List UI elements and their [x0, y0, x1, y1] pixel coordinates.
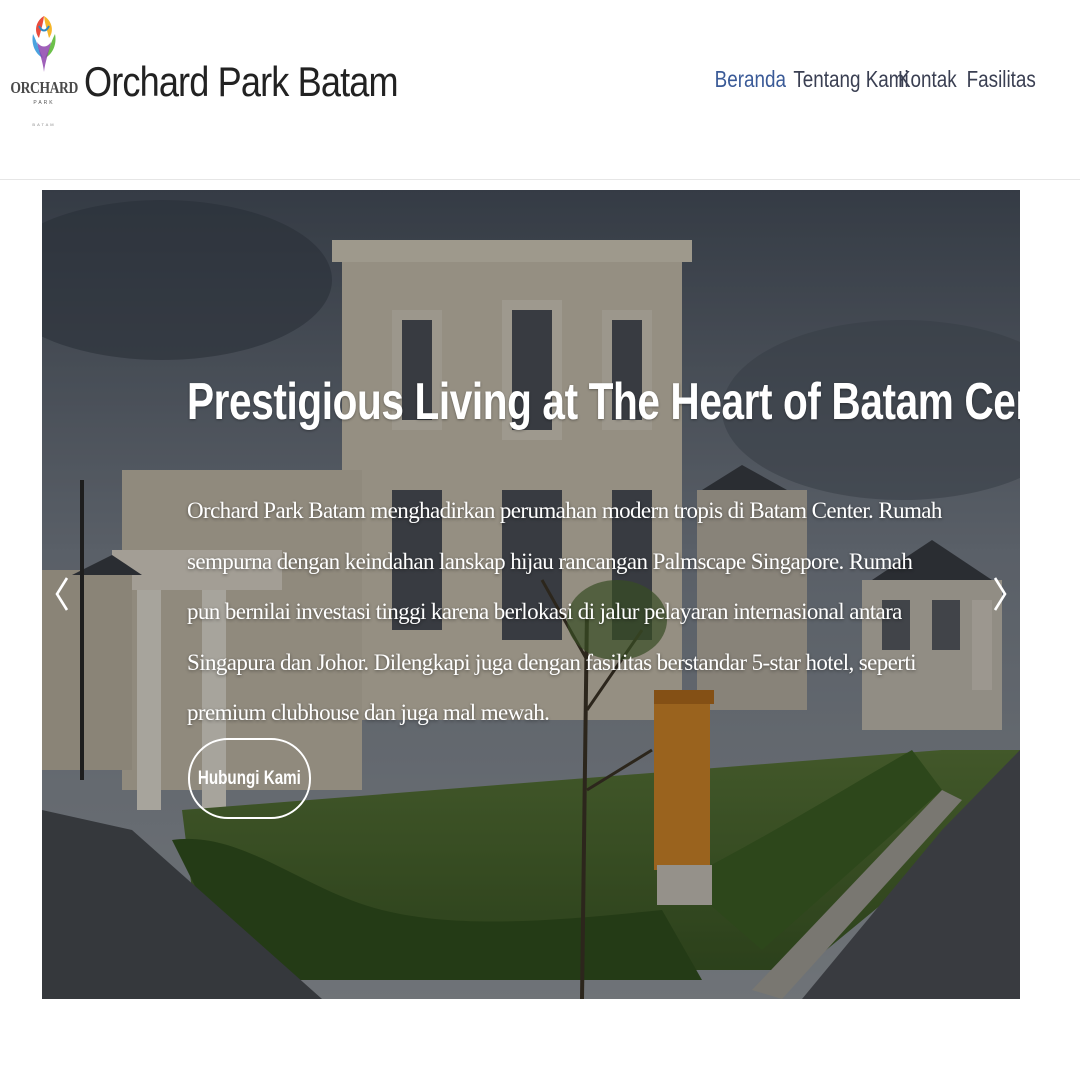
slider-prev-button[interactable]	[48, 572, 76, 616]
nav-item-beranda[interactable]: Beranda	[715, 66, 786, 100]
chevron-right-icon	[993, 577, 1007, 611]
nav-item-tentang-kami[interactable]: Tentang Kami	[793, 66, 908, 100]
hero-title: Prestigious Living at The Heart of Batam…	[187, 373, 1020, 431]
logo-subtext: PARK	[33, 100, 55, 106]
logo-wordmark: ORCHARD	[10, 78, 78, 97]
chevron-left-icon	[55, 577, 69, 611]
hero-slider: Prestigious Living at The Heart of Batam…	[42, 190, 1020, 999]
site-logo[interactable]: ORCHARD PARK BATAM	[10, 12, 78, 144]
slider-next-button[interactable]	[986, 572, 1014, 616]
contact-us-button[interactable]: Hubungi Kami	[188, 738, 311, 819]
main-nav: Beranda Tentang Kami Kontak Fasilitas	[708, 66, 1036, 100]
contact-us-label: Hubungi Kami	[197, 767, 302, 789]
site-title[interactable]: Orchard Park Batam	[84, 58, 399, 106]
logo-location: BATAM	[32, 122, 56, 127]
site-header: ORCHARD PARK BATAM Orchard Park Batam Be…	[0, 0, 1080, 180]
nav-item-kontak[interactable]: Kontak	[898, 66, 957, 100]
nav-item-fasilitas[interactable]: Fasilitas	[967, 66, 1036, 100]
hero-description: Orchard Park Batam menghadirkan perumaha…	[187, 498, 942, 725]
orchard-logo-icon	[32, 16, 56, 72]
